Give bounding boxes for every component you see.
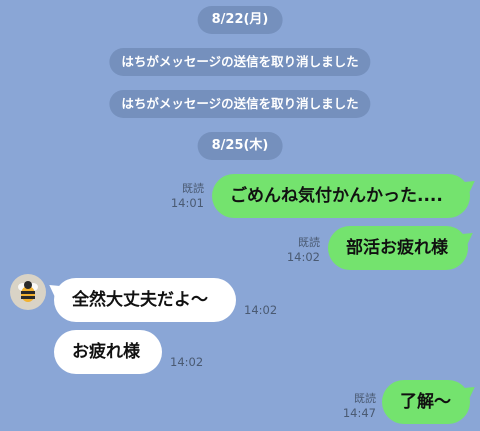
- message-bubble-incoming[interactable]: お疲れ様: [54, 330, 162, 374]
- message-meta: 14:02: [170, 355, 203, 369]
- message-time: 14:02: [244, 303, 278, 317]
- read-receipt: 既読: [354, 392, 376, 405]
- message-bubble-outgoing[interactable]: 部活お疲れ様: [328, 226, 468, 270]
- message-time: 14:47: [342, 406, 376, 420]
- date-separator: 8/25(木): [197, 132, 283, 160]
- message-bubble-outgoing[interactable]: ごめんね気付かんかった....: [212, 174, 470, 218]
- system-message-unsent: はちがメッセージの送信を取り消しました: [109, 90, 371, 118]
- message-bubble-outgoing[interactable]: 了解〜: [382, 380, 470, 424]
- message-meta: 既読 14:47: [343, 392, 376, 420]
- read-receipt: 既読: [298, 236, 320, 249]
- bee-icon: [18, 281, 38, 302]
- message-meta: 既読 14:01: [171, 182, 204, 210]
- message-meta: 14:02: [244, 303, 277, 317]
- message-time: 14:02: [170, 355, 204, 369]
- read-receipt: 既読: [182, 182, 204, 195]
- message-time: 14:02: [286, 250, 320, 264]
- avatar[interactable]: [10, 274, 46, 310]
- message-time: 14:01: [170, 196, 204, 210]
- message-meta: 既読 14:02: [287, 236, 320, 264]
- system-message-unsent: はちがメッセージの送信を取り消しました: [109, 48, 371, 76]
- message-bubble-incoming[interactable]: 全然大丈夫だよ〜: [54, 278, 236, 322]
- date-separator: 8/22(月): [197, 6, 283, 34]
